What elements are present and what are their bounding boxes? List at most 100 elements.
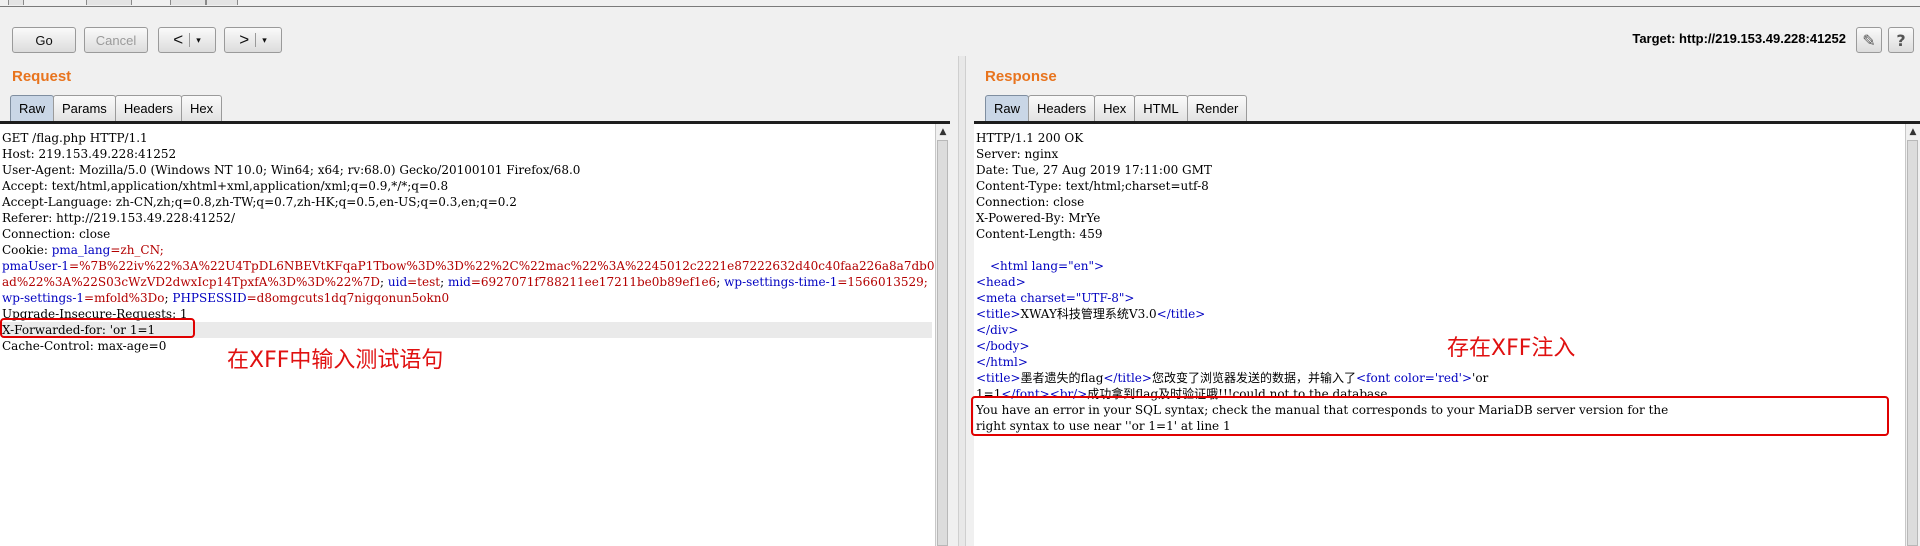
html-tag: </title> bbox=[1103, 371, 1152, 385]
go-button[interactable]: Go bbox=[12, 27, 76, 53]
request-scrollbar[interactable]: ▲ bbox=[935, 124, 950, 546]
pencil-icon: ✎ bbox=[1862, 30, 1876, 50]
response-text: HTTP/1.1 200 OK Server: nginx Date: Tue,… bbox=[976, 130, 1902, 434]
html-tag: </div> bbox=[976, 323, 1019, 337]
edit-target-button[interactable]: ✎ bbox=[1856, 27, 1882, 53]
request-line: Connection: close bbox=[2, 227, 111, 241]
html-text: XWAY科技管理系统V3.0 bbox=[1020, 307, 1157, 321]
top-tab-strip bbox=[0, 0, 1920, 7]
response-line: X-Powered-By: MrYe bbox=[976, 211, 1101, 225]
button-separator bbox=[189, 33, 191, 47]
html-line: </html> bbox=[976, 354, 1902, 370]
cookie-value: =d8omgcuts1dq7nigqonun5okn0 bbox=[246, 291, 450, 305]
cookie-name: pma_lang bbox=[51, 243, 111, 257]
response-tab-raw[interactable]: Raw bbox=[985, 95, 1030, 121]
response-annotation: 存在XFF注入 bbox=[1447, 336, 1576, 361]
response-line: HTTP/1.1 200 OK bbox=[976, 131, 1084, 145]
cookie-line: Cookie: pma_lang=zh_CN; bbox=[2, 242, 932, 258]
help-icon: ? bbox=[1896, 30, 1906, 50]
cookie-value: =test bbox=[407, 275, 441, 289]
html-tag: </title> bbox=[1156, 307, 1206, 321]
request-line: Host: 219.153.49.228:41252 bbox=[2, 147, 177, 161]
cookie-line: ad%22%3A%22S03cWzVD2dwxIcp14TpxfA%3D%3D%… bbox=[2, 274, 932, 290]
chevron-down-icon[interactable]: ▾ bbox=[196, 35, 201, 46]
cookie-name: wp-settings-1 bbox=[2, 291, 85, 305]
request-tab-raw[interactable]: Raw bbox=[10, 95, 55, 121]
forward-button[interactable]: > ▾ bbox=[224, 27, 282, 53]
cookie-value: =%7B%22iv%22%3A%22U4TpDL6NBEVtKFqaP1Tbow… bbox=[69, 259, 950, 273]
help-button[interactable]: ? bbox=[1888, 27, 1914, 53]
top-tab-fragment[interactable] bbox=[86, 0, 132, 5]
request-tab-hex[interactable]: Hex bbox=[180, 95, 223, 121]
target-label: Target: http://219.153.49.228:41252 bbox=[1632, 31, 1846, 46]
html-tag: </html> bbox=[976, 355, 1028, 369]
html-line: </div> bbox=[976, 322, 1902, 338]
request-line: Accept: text/html,application/xhtml+xml,… bbox=[2, 179, 449, 193]
html-line: <html lang="en"> bbox=[976, 258, 1902, 274]
chevron-down-icon[interactable]: ▾ bbox=[262, 35, 267, 46]
cancel-button-label: Cancel bbox=[95, 32, 137, 48]
cookie-label: Cookie: bbox=[2, 243, 52, 257]
html-tag: <title> bbox=[976, 371, 1021, 385]
scroll-up-icon[interactable]: ▲ bbox=[938, 126, 948, 138]
html-line: <title>XWAY科技管理系统V3.0</title> bbox=[976, 306, 1902, 322]
sql-error-highlight-box bbox=[971, 396, 1889, 436]
cookie-name: wp-settings-time-1 bbox=[724, 275, 838, 289]
html-line: <meta charset="UTF-8"> bbox=[976, 290, 1902, 306]
cookie-value: =mfold%3Do bbox=[84, 291, 165, 305]
html-tag: <title> bbox=[976, 307, 1021, 321]
cookie-value: =1566013529; bbox=[837, 275, 928, 289]
response-line: Date: Tue, 27 Aug 2019 17:11:00 GMT bbox=[976, 163, 1212, 177]
html-tag: <font color='red'> bbox=[1355, 371, 1473, 385]
cookie-name: PHPSESSID bbox=[172, 291, 247, 305]
html-line: <title>墨者遗失的flag</title>您改变了浏览器发送的数据，并输入… bbox=[976, 370, 1902, 386]
request-tab-headers[interactable]: Headers bbox=[114, 95, 182, 121]
html-text: 您改变了浏览器发送的数据，并输入了 bbox=[1151, 371, 1356, 385]
request-line: Accept-Language: zh-CN,zh;q=0.8,zh-TW;q=… bbox=[2, 195, 517, 209]
response-scrollbar[interactable]: ▲ bbox=[1905, 124, 1920, 546]
response-scroll-thumb[interactable] bbox=[1907, 140, 1918, 546]
response-panel-title: Response bbox=[985, 68, 1057, 85]
back-button[interactable]: < ▾ bbox=[158, 27, 216, 53]
go-button-label: Go bbox=[35, 32, 53, 48]
html-text: 墨者遗失的flag bbox=[1020, 371, 1104, 385]
top-tab-fragment[interactable] bbox=[206, 0, 238, 5]
cookie-value: ad%22%3A%22S03cWzVD2dwxIcp14TpxfA%3D%3D%… bbox=[2, 275, 381, 289]
html-tag: <html lang="en"> bbox=[990, 259, 1105, 273]
request-line: User-Agent: Mozilla/5.0 (Windows NT 10.0… bbox=[2, 163, 581, 177]
response-line: Content-Length: 459 bbox=[976, 227, 1103, 241]
cookie-line: wp-settings-1=mfold%3Do; PHPSESSID=d8omg… bbox=[2, 290, 932, 306]
request-tab-params[interactable]: Params bbox=[53, 95, 116, 121]
response-tabs: Raw Headers Hex HTML Render bbox=[985, 95, 1248, 121]
xff-highlight-box bbox=[0, 318, 195, 338]
back-arrow-icon: < bbox=[173, 30, 184, 49]
request-scroll-thumb[interactable] bbox=[937, 140, 948, 546]
top-tab-fragment[interactable] bbox=[8, 0, 24, 5]
response-tab-headers[interactable]: Headers bbox=[1028, 95, 1096, 121]
scroll-up-icon[interactable]: ▲ bbox=[1908, 126, 1918, 138]
cookie-separator: ; bbox=[440, 275, 448, 289]
response-tab-html[interactable]: HTML bbox=[1134, 95, 1188, 121]
html-tag: </body> bbox=[976, 339, 1030, 353]
request-line: Cache-Control: max-age=0 bbox=[2, 339, 167, 353]
forward-arrow-icon: > bbox=[239, 30, 250, 49]
response-tab-hex[interactable]: Hex bbox=[1094, 95, 1136, 121]
response-line: Server: nginx bbox=[976, 147, 1059, 161]
response-tab-render[interactable]: Render bbox=[1186, 95, 1248, 121]
html-line: </body> bbox=[976, 338, 1902, 354]
panel-splitter[interactable] bbox=[958, 56, 966, 546]
cookie-separator: ; bbox=[716, 275, 725, 289]
cookie-value: =6927071f788211ee17211be0b89ef1e6 bbox=[470, 275, 717, 289]
response-line: Connection: close bbox=[976, 195, 1085, 209]
cookie-separator: ; bbox=[380, 275, 388, 289]
response-line: Content-Type: text/html;charset=utf-8 bbox=[976, 179, 1209, 193]
cookie-line: pmaUser-1=%7B%22iv%22%3A%22U4TpDL6NBEVtK… bbox=[2, 258, 950, 274]
cookie-value: =zh_CN; bbox=[110, 243, 164, 257]
request-panel-title: Request bbox=[12, 68, 72, 85]
html-tag: <meta charset="UTF-8"> bbox=[976, 291, 1135, 305]
top-tab-fragment[interactable] bbox=[170, 0, 206, 5]
cancel-button[interactable]: Cancel bbox=[84, 27, 148, 53]
request-line: GET /flag.php HTTP/1.1 bbox=[2, 131, 148, 145]
cookie-name: pmaUser-1 bbox=[2, 259, 70, 273]
